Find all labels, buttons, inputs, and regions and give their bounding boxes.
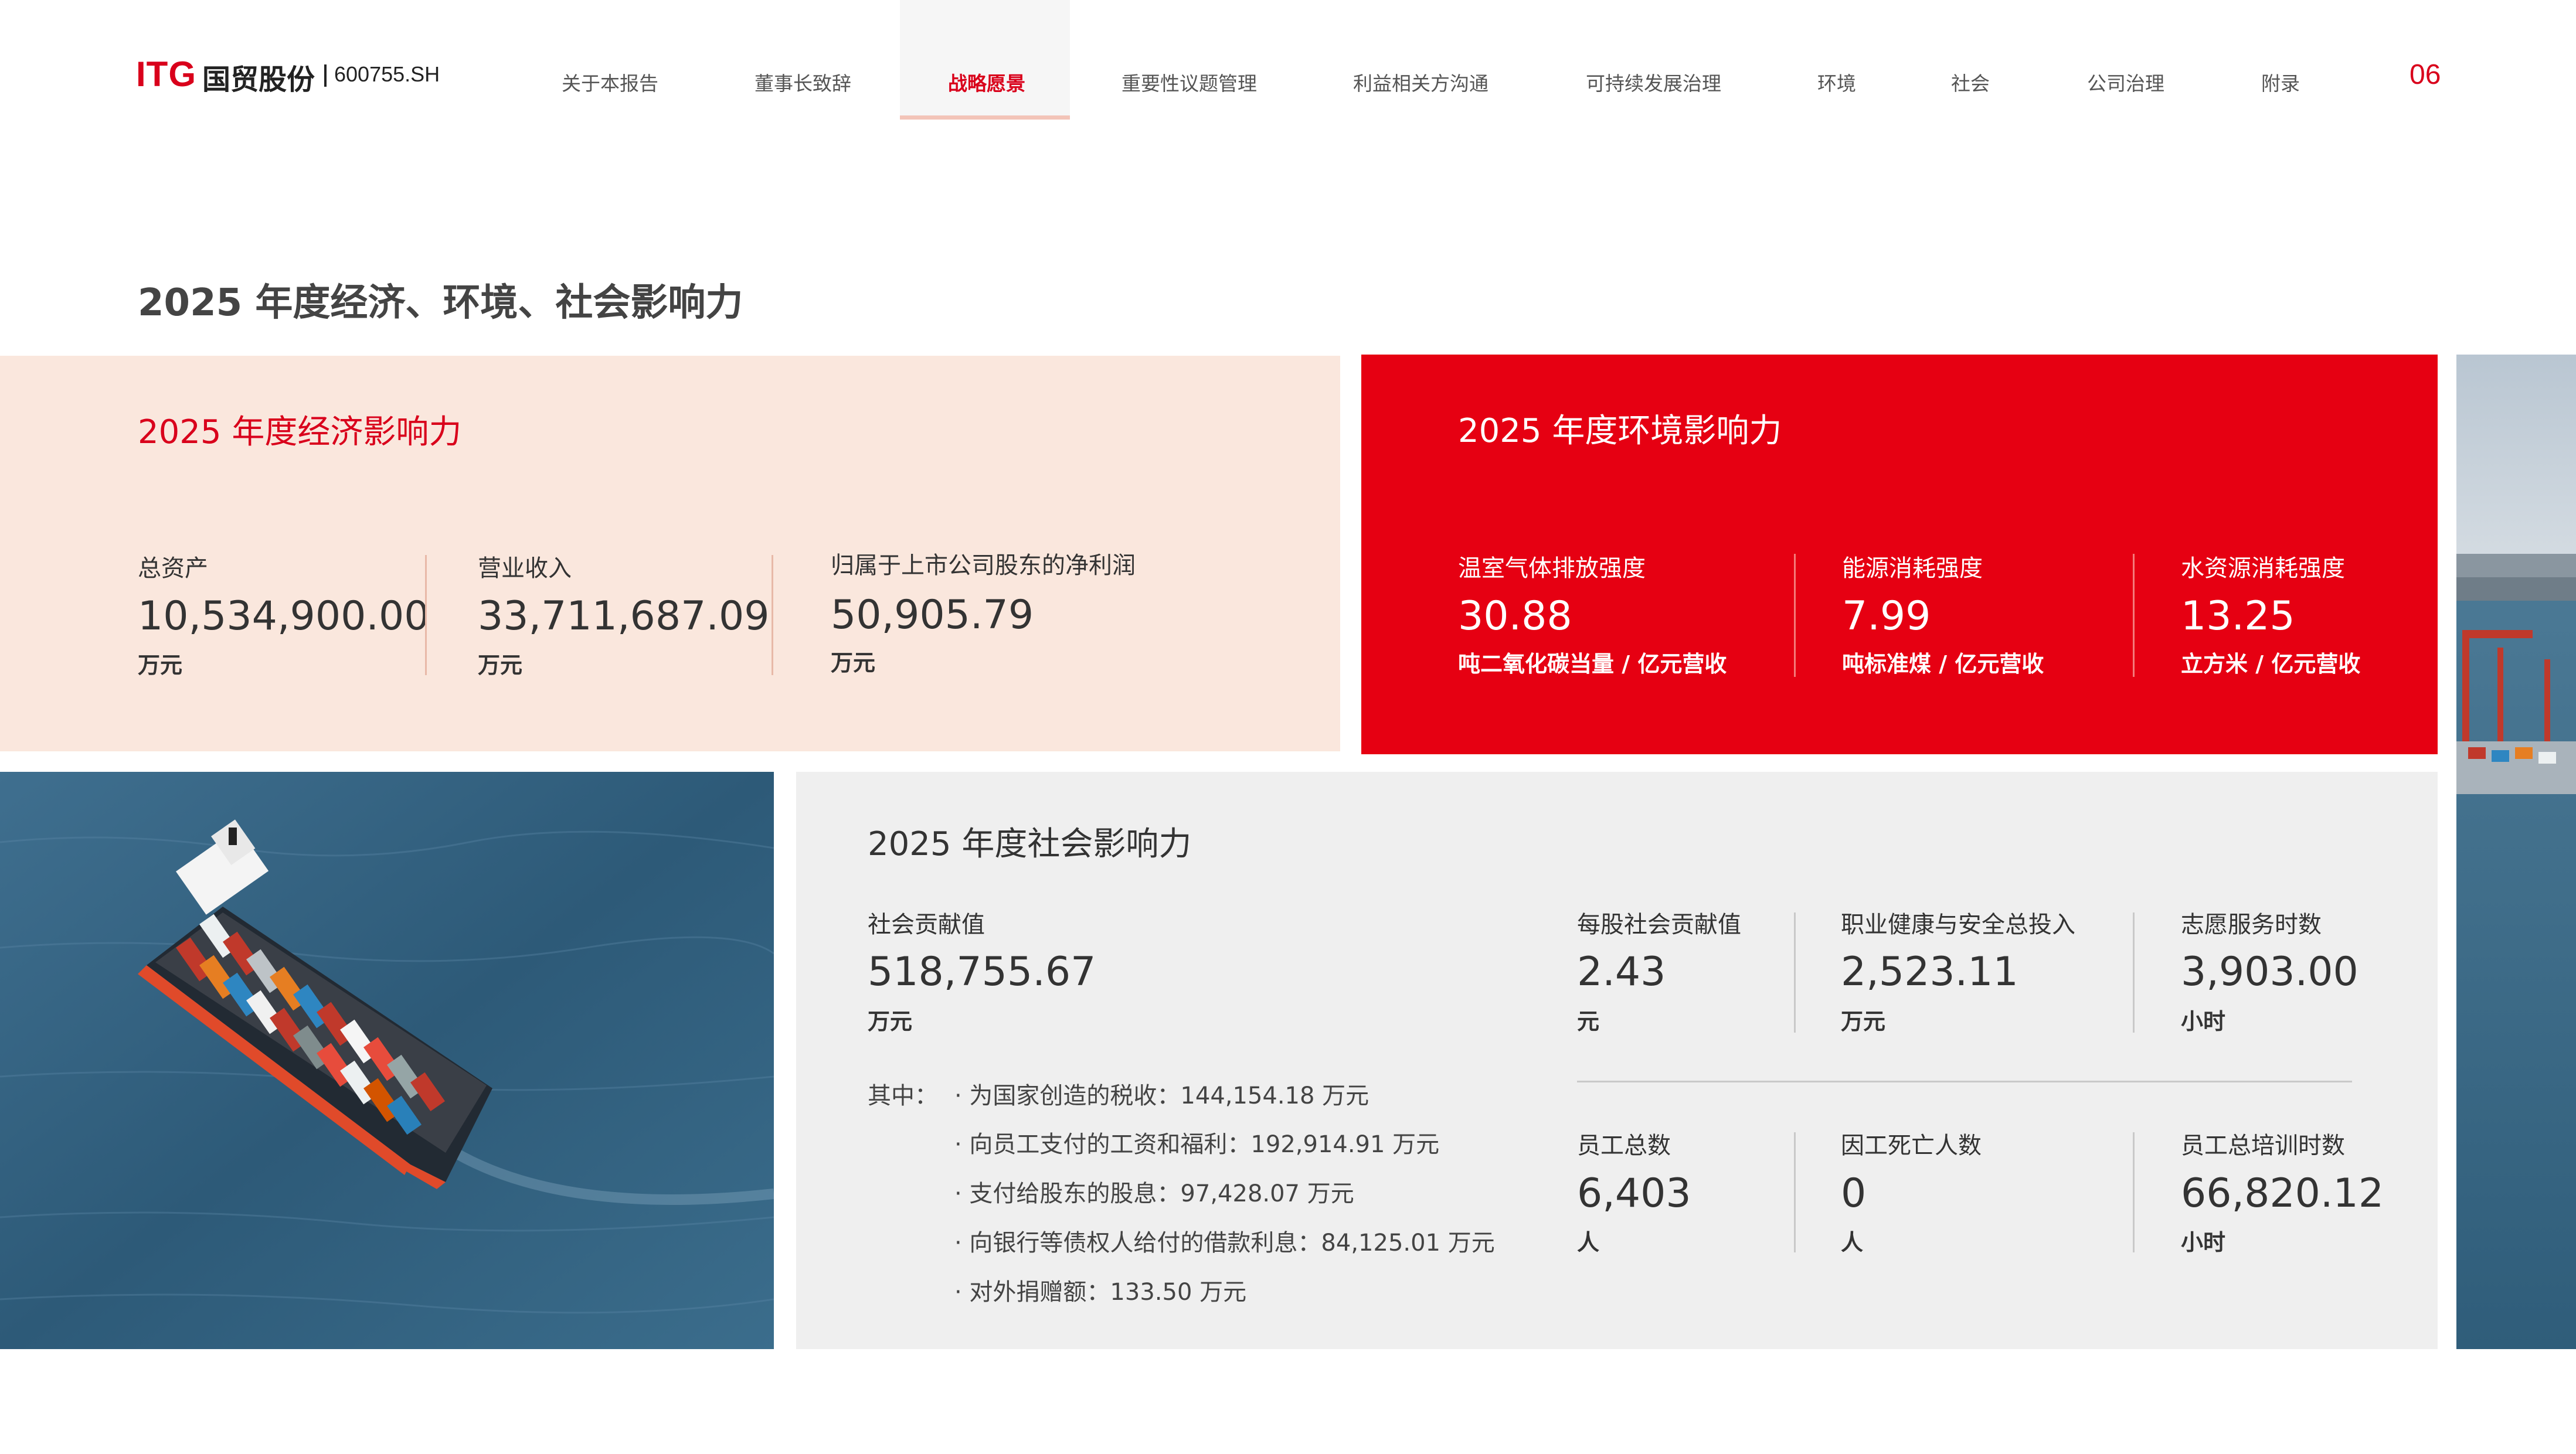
logo-separator [324,64,327,87]
metric-value: 0 [1841,1170,1867,1217]
nav-item-society[interactable]: 社会 [1951,68,1990,96]
nav-active-background [900,0,1070,117]
metric-unit: 万元 [831,650,876,676]
metric-label: 职业健康与安全总投入 [1841,911,2075,938]
column-divider [1794,1132,1796,1252]
metric-label: 水资源消耗强度 [2181,555,2345,582]
metric-value: 50,905.79 [831,592,1034,638]
nav-item-sustainability-governance[interactable]: 可持续发展治理 [1586,68,1721,96]
column-divider [772,555,773,675]
metric-value: 10,534,900.00 [138,593,430,639]
metric-unit: 小时 [2181,1230,2226,1255]
metric-unit: 人 [1577,1230,1600,1255]
nav-item-strategic-vision[interactable]: 战略愿景 [948,68,1025,96]
metric-value: 3,903.00 [2181,949,2358,995]
company-logo-mark: ITG [136,55,196,94]
column-divider [2133,1132,2135,1252]
nav-item-stakeholder[interactable]: 利益相关方沟通 [1353,68,1488,96]
breakdown-item: · 向员工支付的工资和福利：192,914.91 万元 [954,1131,1440,1158]
metric-value: 2,523.11 [1841,949,2018,995]
metric-label: 总资产 [138,555,208,582]
nav-item-chairman-message[interactable]: 董事长致辞 [755,68,851,96]
metric-unit: 人 [1841,1230,1864,1255]
metric-value: 7.99 [1842,593,1931,639]
nav-item-environment[interactable]: 环境 [1817,68,1856,96]
port-photo [2456,355,2576,1349]
column-divider [2133,912,2135,1033]
nav-item-corporate-governance[interactable]: 公司治理 [2087,68,2164,96]
metric-label: 每股社会贡献值 [1577,911,1741,938]
environmental-impact-panel: 2025 年度环境影响力 温室气体排放强度 30.88 吨二氧化碳当量 / 亿元… [1361,355,2438,754]
metric-value: 6,403 [1577,1170,1691,1217]
metric-unit: 立方米 / 亿元营收 [2181,651,2361,677]
metric-value: 518,755.67 [868,949,1096,995]
metric-value: 30.88 [1458,593,1572,639]
social-impact-panel: 2025 年度社会影响力 社会贡献值 518,755.67 万元 其中： · 为… [796,772,2438,1349]
metric-label: 能源消耗强度 [1842,555,1983,582]
row-divider [1577,1081,2352,1082]
environmental-panel-title: 2025 年度环境影响力 [1458,412,1782,450]
metric-label: 员工总培训时数 [2181,1132,2345,1159]
metric-value: 66,820.12 [2181,1170,2384,1217]
container-ship-photo [0,772,774,1349]
metric-unit: 万元 [1841,1009,1886,1034]
column-divider [1794,912,1796,1033]
breakdown-prefix: 其中： [868,1082,938,1109]
economic-impact-panel: 2025 年度经济影响力 总资产 10,534,900.00 万元 营业收入 3… [0,356,1340,751]
economic-panel-title: 2025 年度经济影响力 [138,413,462,451]
metric-label: 温室气体排放强度 [1458,555,1646,582]
column-divider [425,555,427,675]
metric-value: 13.25 [2181,593,2295,639]
nav-item-about-report[interactable]: 关于本报告 [562,68,658,96]
stock-code: 600755.SH [334,62,440,86]
metric-unit: 吨标准煤 / 亿元营收 [1842,651,2044,677]
social-panel-title: 2025 年度社会影响力 [868,825,1192,863]
page-title: 2025 年度经济、环境、社会影响力 [138,281,743,325]
metric-unit: 吨二氧化碳当量 / 亿元营收 [1458,651,1727,677]
metric-label: 营业收入 [478,555,572,582]
metric-unit: 万元 [868,1009,913,1034]
metric-value: 2.43 [1577,949,1666,995]
breakdown-item: · 向银行等债权人给付的借款利息：84,125.01 万元 [954,1230,1495,1256]
metric-label: 员工总数 [1577,1132,1671,1159]
metric-label: 归属于上市公司股东的净利润 [831,552,1136,579]
metric-label: 社会贡献值 [868,911,985,938]
metric-unit: 万元 [478,652,523,678]
nav-active-indicator [900,115,1070,120]
column-divider [2133,554,2135,677]
breakdown-item: · 支付给股东的股息：97,428.07 万元 [954,1180,1354,1207]
metric-unit: 万元 [138,652,183,678]
metric-value: 33,711,687.09 [478,593,770,639]
nav-item-materiality[interactable]: 重要性议题管理 [1122,68,1257,96]
breakdown-item: · 为国家创造的税收：144,154.18 万元 [954,1082,1369,1109]
nav-item-appendix[interactable]: 附录 [2261,68,2300,96]
metric-label: 志愿服务时数 [2181,911,2322,938]
column-divider [1794,554,1796,677]
metric-label: 因工死亡人数 [1841,1132,1982,1159]
metric-unit: 小时 [2181,1009,2226,1034]
breakdown-item: · 对外捐赠额：133.50 万元 [954,1279,1247,1306]
metric-unit: 元 [1577,1009,1600,1034]
company-logo-name: 国贸股份 [202,63,315,96]
page-number: 06 [2410,59,2441,90]
